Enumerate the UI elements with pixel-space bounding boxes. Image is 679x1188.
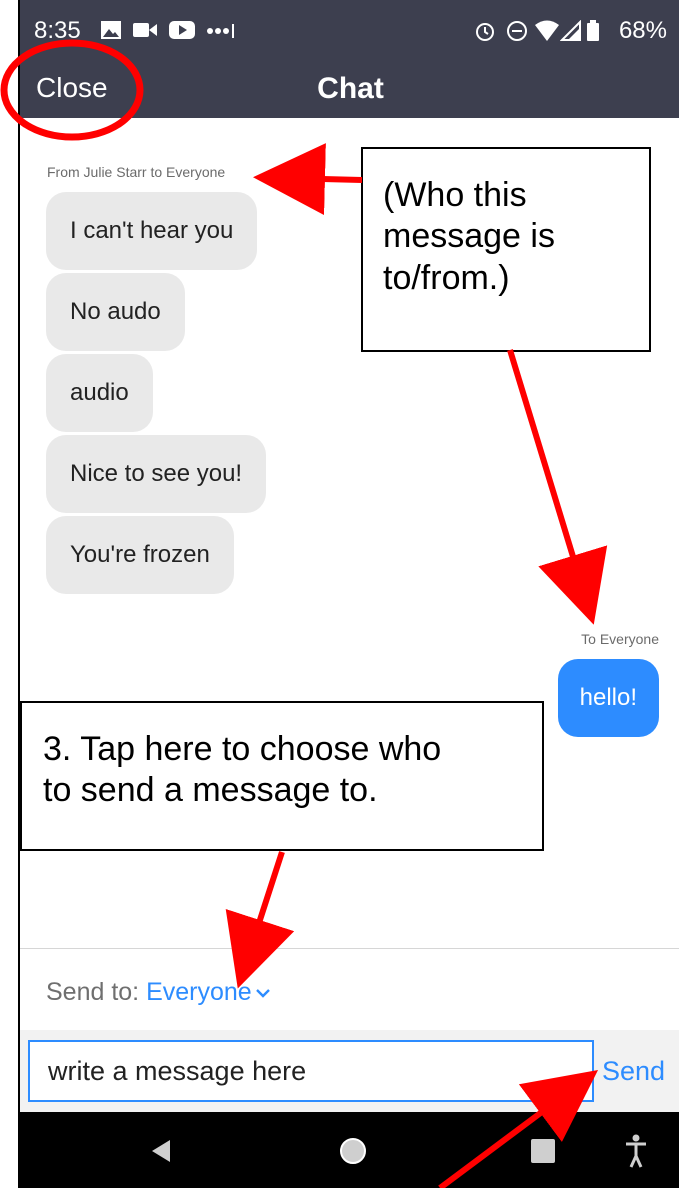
annotation-arrow [507,349,608,625]
annotation-arrow [225,851,295,989]
annotation-arrow [253,143,363,216]
annotation-arrow [438,1070,599,1188]
highlight-circle [0,39,144,141]
annotation-layer [0,39,608,1188]
